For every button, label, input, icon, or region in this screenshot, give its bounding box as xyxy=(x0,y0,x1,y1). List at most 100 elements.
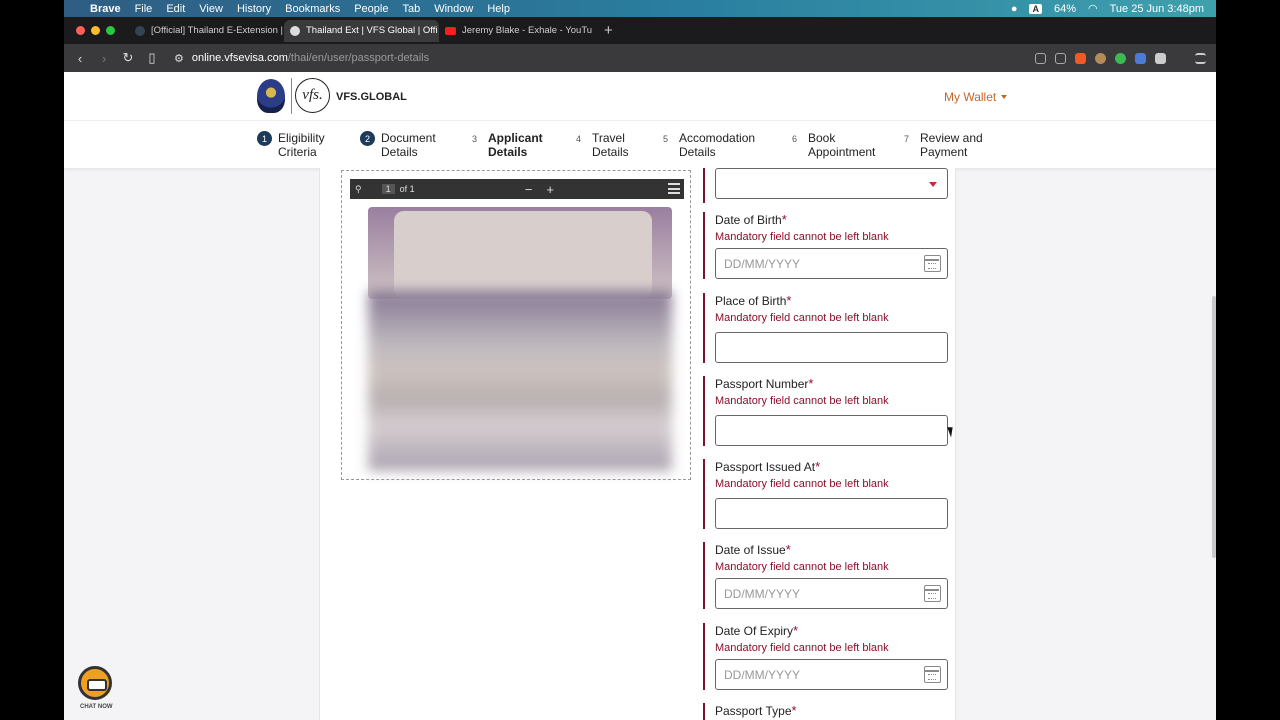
battery-percent: 64% xyxy=(1053,2,1076,15)
menu-icon[interactable] xyxy=(1195,52,1206,64)
new-tab-icon[interactable]: + xyxy=(604,22,613,39)
field-label: Date of Issue* xyxy=(715,542,791,557)
step-number: 4 xyxy=(571,131,586,146)
my-wallet-dropdown[interactable]: My Wallet xyxy=(944,90,1008,104)
chat-now-label[interactable]: CHAT NOW xyxy=(80,704,113,710)
macos-menubar: Brave File Edit View History Bookmarks P… xyxy=(64,0,1216,17)
step-eligibility[interactable]: 1 Eligibility Criteria xyxy=(257,131,325,159)
extension-icon[interactable] xyxy=(1095,52,1106,64)
step-accomodation[interactable]: 5 Accomodation Details xyxy=(658,131,755,159)
step-number: 5 xyxy=(658,131,673,146)
passport-scan-blurred xyxy=(368,291,672,471)
tab-youtube[interactable]: Jeremy Blake - Exhale - YouTu xyxy=(439,20,594,42)
calendar-icon[interactable] xyxy=(924,585,941,602)
place-of-birth-input[interactable] xyxy=(715,332,948,363)
menu-view[interactable]: View xyxy=(199,3,223,15)
page-scrollbar[interactable] xyxy=(1212,296,1216,558)
window-controls xyxy=(76,26,115,35)
date-of-expiry-input[interactable]: DD/MM/YYYY xyxy=(715,659,948,690)
key-icon[interactable] xyxy=(1035,52,1046,64)
tab-vfs-global[interactable]: Thailand Ext | VFS Global | Offi × xyxy=(284,19,439,42)
field-label: Date Of Expiry* xyxy=(715,623,799,638)
minimize-window-icon[interactable] xyxy=(91,26,100,35)
tab-title: Thailand Ext | VFS Global | Offi xyxy=(306,25,438,36)
field-label: Passport Type* xyxy=(715,703,797,718)
translate-icon[interactable] xyxy=(1135,52,1146,64)
zoom-window-icon[interactable] xyxy=(106,26,115,35)
place-of-birth-group: Place of Birth* Mandatory field cannot b… xyxy=(703,293,953,363)
menubar-clock[interactable]: Tue 25 Jun 3:48pm xyxy=(1110,3,1204,15)
wifi-icon[interactable]: ◠ xyxy=(1088,2,1098,15)
extension-icon[interactable] xyxy=(1115,52,1126,64)
select-field[interactable] xyxy=(715,168,948,199)
media-icon[interactable] xyxy=(1175,53,1186,64)
browser-tabbar: [Official] Thailand E-Extension | T Thai… xyxy=(64,17,1216,44)
pdf-toolbar: ⚲ 1 of 1 − + xyxy=(350,179,684,199)
back-icon[interactable]: ‹ xyxy=(72,51,88,66)
vfs-brand-text: VFS.GLOBAL xyxy=(336,91,407,103)
chevron-down-icon xyxy=(929,182,937,187)
step-documents[interactable]: 2 Document Details xyxy=(360,131,436,159)
hamburger-menu-icon[interactable] xyxy=(668,183,680,194)
menu-file[interactable]: File xyxy=(135,3,153,15)
menu-app-name[interactable]: Brave xyxy=(90,3,121,15)
step-travel[interactable]: 4 Travel Details xyxy=(571,131,629,159)
brave-shields-icon[interactable] xyxy=(1075,52,1086,64)
chat-now-icon[interactable] xyxy=(78,666,112,700)
zoom-out-button[interactable]: − xyxy=(525,182,533,197)
step-label: Document Details xyxy=(381,131,436,159)
menu-help[interactable]: Help xyxy=(487,3,510,15)
passport-type-group: Passport Type* xyxy=(703,703,953,720)
step-number: 7 xyxy=(899,131,914,146)
menubar-status: ● A 64% ◠ Tue 25 Jun 3:48pm xyxy=(1011,2,1216,16)
passport-number-input[interactable] xyxy=(715,415,948,446)
favicon-icon xyxy=(135,25,145,36)
reload-icon[interactable]: ↻ xyxy=(120,50,136,66)
progress-stepper: 1 Eligibility Criteria 2 Document Detail… xyxy=(64,120,1216,168)
url-path: /thai/en/user/passport-details xyxy=(287,52,430,64)
menu-bookmarks[interactable]: Bookmarks xyxy=(285,3,340,15)
address-bar[interactable]: ⚙ online.vfsevisa.com/thai/en/user/passp… xyxy=(174,47,1035,69)
date-of-birth-input[interactable]: DD/MM/YYYY xyxy=(715,248,948,279)
field-label: Date of Birth* xyxy=(715,212,787,227)
step-label: Applicant Details xyxy=(488,131,543,159)
date-of-issue-input[interactable]: DD/MM/YYYY xyxy=(715,578,948,609)
menu-window[interactable]: Window xyxy=(434,3,473,15)
site-info-icon[interactable]: ⚙ xyxy=(174,52,184,65)
forward-icon[interactable]: › xyxy=(96,51,112,66)
passport-issued-at-input[interactable] xyxy=(715,498,948,529)
step-number: 1 xyxy=(257,131,272,146)
step-label: Travel Details xyxy=(592,131,629,159)
site-header: vfs. VFS.GLOBAL My Wallet xyxy=(64,72,1216,120)
search-icon[interactable]: ⚲ xyxy=(355,184,362,195)
step-applicant[interactable]: 3 Applicant Details xyxy=(467,131,543,159)
calendar-icon[interactable] xyxy=(924,666,941,683)
menu-history[interactable]: History xyxy=(237,3,271,15)
menu-tab[interactable]: Tab xyxy=(402,3,420,15)
record-icon[interactable]: ● xyxy=(1011,3,1018,15)
menu-people[interactable]: People xyxy=(354,3,388,15)
main-content: ⚲ 1 of 1 − + Date of Birth* Mandatory fi… xyxy=(319,168,956,720)
step-number: 3 xyxy=(467,131,482,146)
passport-document-viewer[interactable]: ⚲ 1 of 1 − + xyxy=(341,170,691,480)
tab-title: [Official] Thailand E-Extension | T xyxy=(151,25,284,36)
step-review-payment[interactable]: 7 Review and Payment xyxy=(899,131,983,159)
input-source-icon[interactable]: A xyxy=(1029,3,1042,14)
close-window-icon[interactable] xyxy=(76,26,85,35)
error-message: Mandatory field cannot be left blank xyxy=(715,395,889,407)
puzzle-icon[interactable] xyxy=(1155,52,1166,64)
date-of-birth-group: Date of Birth* Mandatory field cannot be… xyxy=(703,212,953,279)
step-appointment[interactable]: 6 Book Appointment xyxy=(787,131,875,159)
zoom-in-button[interactable]: + xyxy=(546,182,554,197)
passport-details-form: Date of Birth* Mandatory field cannot be… xyxy=(703,168,963,720)
calendar-icon[interactable] xyxy=(924,255,941,272)
web-page: vfs. VFS.GLOBAL My Wallet 1 Eligibility … xyxy=(64,72,1216,720)
error-message: Mandatory field cannot be left blank xyxy=(715,478,889,490)
page-number-input[interactable]: 1 xyxy=(381,184,395,194)
vfs-logo[interactable]: vfs. xyxy=(295,78,330,113)
menu-edit[interactable]: Edit xyxy=(166,3,185,15)
share-icon[interactable] xyxy=(1055,52,1066,64)
bookmark-icon[interactable]: ▯ xyxy=(144,50,160,66)
browser-toolbar: ‹ › ↻ ▯ ⚙ online.vfsevisa.com/thai/en/us… xyxy=(64,44,1216,72)
tab-thailand-e-extension[interactable]: [Official] Thailand E-Extension | T xyxy=(129,20,284,42)
